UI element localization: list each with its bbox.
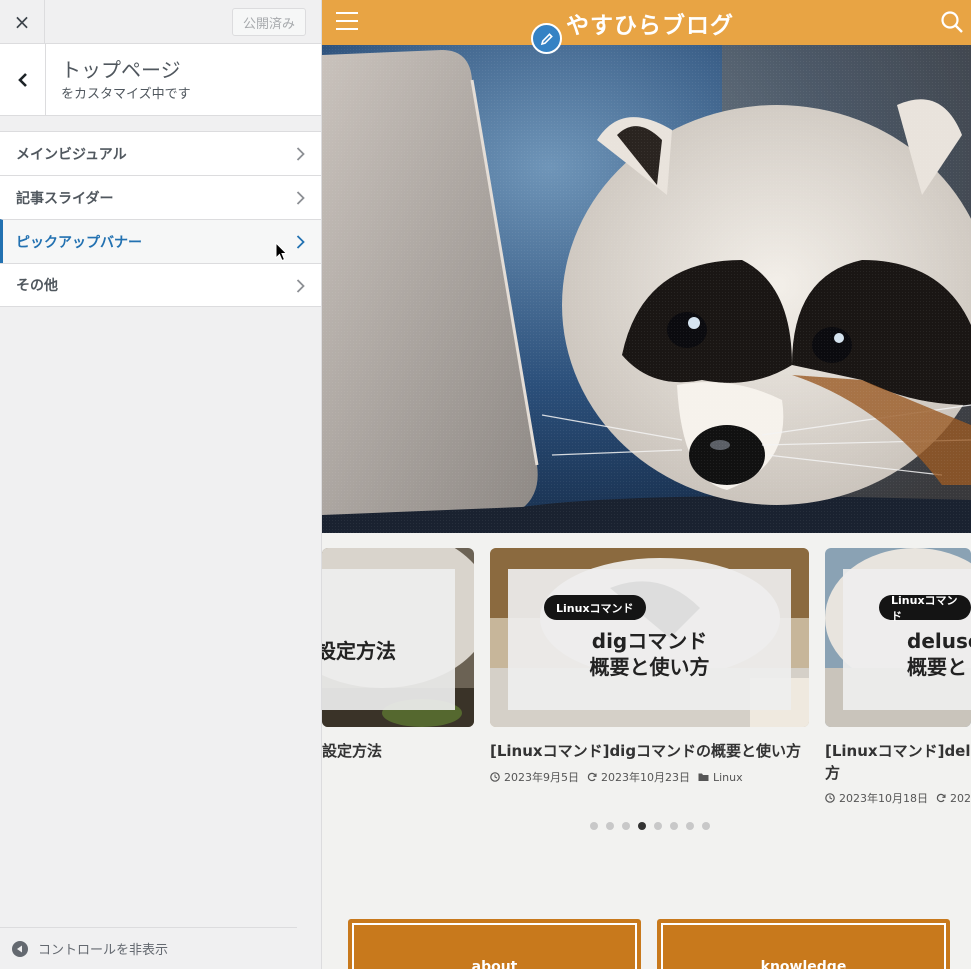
chevron-right-icon bbox=[296, 279, 305, 293]
updated-date: 2023年 bbox=[950, 792, 971, 805]
hide-controls-label: コントロールを非表示 bbox=[38, 943, 169, 958]
clock-icon bbox=[825, 793, 835, 803]
slide-title[interactable]: [Linuxコマンド]digコマンドの概要と使い方 bbox=[490, 740, 801, 761]
chevron-right-icon bbox=[296, 147, 305, 161]
published-date: 2023年10月18日 bbox=[839, 792, 928, 805]
refresh-icon bbox=[587, 772, 597, 782]
slide-image-text: 設定方法 bbox=[322, 639, 396, 663]
published-date: 2023年9月5日 bbox=[504, 771, 579, 784]
customizer-header: × 公開済み bbox=[0, 0, 321, 44]
clock-icon bbox=[490, 772, 500, 782]
banner-label: knowledge bbox=[661, 923, 946, 969]
slide-title[interactable]: [Linuxコマンド]delus bbox=[825, 740, 971, 761]
slide-meta: 2023年10月18日 2023年 bbox=[825, 790, 971, 806]
slider-dot[interactable] bbox=[654, 822, 662, 830]
section-label: その他 bbox=[16, 278, 58, 294]
section-post-slider[interactable]: 記事スライダー bbox=[0, 175, 321, 219]
banner-label: about bbox=[352, 923, 637, 969]
section-list: メインビジュアル 記事スライダー ピックアップバナー その他 bbox=[0, 131, 321, 307]
slider-dot[interactable] bbox=[590, 822, 598, 830]
chevron-left-icon bbox=[17, 72, 27, 87]
slider-dot[interactable] bbox=[686, 822, 694, 830]
slider-dot[interactable] bbox=[606, 822, 614, 830]
slider-dot[interactable] bbox=[670, 822, 678, 830]
publish-button[interactable]: 公開済み bbox=[232, 8, 306, 36]
slide-category-badge: Linuxコマンド bbox=[879, 594, 971, 623]
section-label: 記事スライダー bbox=[16, 190, 114, 207]
slider-dot[interactable] bbox=[702, 822, 710, 830]
slider-dot[interactable] bbox=[622, 822, 630, 830]
slide-image-text: digコマンド 概要と使い方 bbox=[589, 629, 710, 679]
panel-title: トップページ bbox=[61, 58, 181, 82]
hide-controls-button[interactable]: コントロールを非表示 bbox=[0, 927, 297, 969]
section-other[interactable]: その他 bbox=[0, 263, 321, 307]
slide-title-line2[interactable]: 方 bbox=[825, 762, 840, 783]
site-title[interactable]: やすひらブログ bbox=[566, 6, 734, 40]
section-main-visual[interactable]: メインビジュアル bbox=[0, 131, 321, 175]
folder-icon bbox=[698, 773, 709, 781]
slide-meta: 2023年9月5日 2023年10月23日 Linux bbox=[490, 769, 743, 785]
hamburger-menu-icon[interactable] bbox=[336, 12, 358, 32]
refresh-icon bbox=[936, 793, 946, 803]
edit-shortcut-pencil-icon[interactable] bbox=[531, 23, 562, 54]
mouse-cursor-icon bbox=[275, 242, 287, 262]
slider-dot[interactable] bbox=[638, 822, 646, 830]
pickup-banner-about[interactable]: about bbox=[348, 919, 641, 969]
site-header: やすひらブログ bbox=[322, 0, 971, 45]
close-customizer-button[interactable]: × bbox=[0, 0, 45, 44]
search-icon[interactable] bbox=[940, 10, 964, 34]
site-preview: やすひらブログ 設定方法 設定方法 Linuxコマンド digコマンド 概要と使… bbox=[322, 0, 971, 969]
panel-subtitle: をカスタマイズ中です bbox=[61, 87, 191, 102]
chevron-right-icon bbox=[296, 191, 305, 205]
section-pickup-banner[interactable]: ピックアップバナー bbox=[0, 219, 321, 263]
updated-date: 2023年10月23日 bbox=[601, 771, 690, 784]
slider-pagination bbox=[590, 822, 710, 830]
back-button[interactable] bbox=[0, 44, 46, 115]
main-visual-image bbox=[322, 45, 971, 533]
pickup-banner-knowledge[interactable]: knowledge bbox=[657, 919, 950, 969]
collapse-arrow-icon bbox=[12, 940, 28, 957]
customizer-sidebar: × 公開済み トップページ をカスタマイズ中です メインビジュアル 記事スライダ… bbox=[0, 0, 322, 969]
section-label: メインビジュアル bbox=[16, 146, 127, 163]
chevron-right-icon bbox=[296, 235, 305, 249]
slide-title[interactable]: 設定方法 bbox=[322, 740, 382, 761]
panel-header: トップページ をカスタマイズ中です bbox=[0, 44, 321, 116]
section-label: ピックアップバナー bbox=[16, 234, 142, 251]
slide-image-text: deluse 概要と bbox=[907, 629, 971, 679]
category-label[interactable]: Linux bbox=[713, 771, 743, 784]
slide-category-badge: Linuxコマンド bbox=[544, 595, 646, 620]
